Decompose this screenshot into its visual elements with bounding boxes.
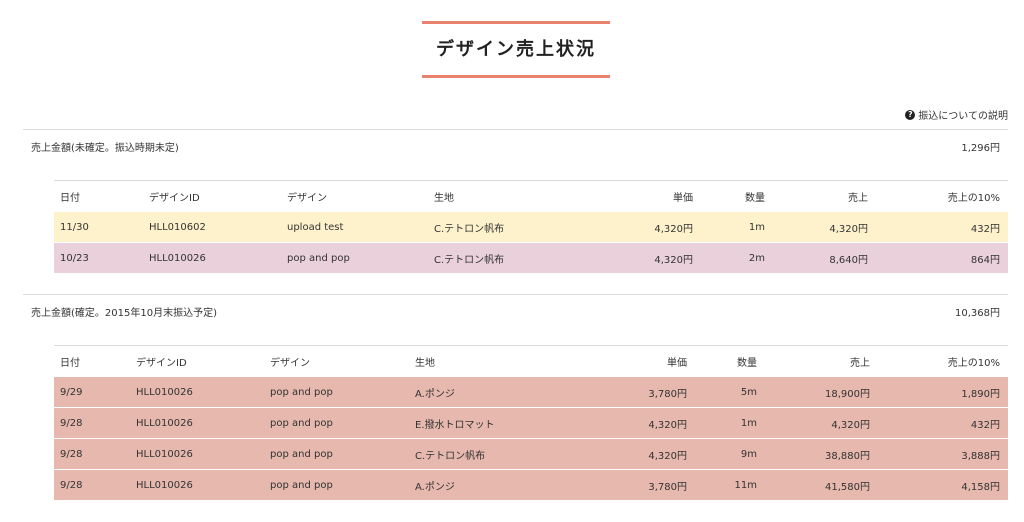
column-header-fabric: 生地 bbox=[415, 358, 435, 369]
unit-price-cell: 4,320円 bbox=[648, 419, 687, 431]
ten-percent-cell: 864円 bbox=[970, 254, 1000, 266]
table-row: 10/23 HLL010026 pop and pop C.テトロン帆布 4,320円 2… bbox=[54, 243, 1008, 273]
column-header-date: 日付 bbox=[60, 358, 80, 369]
unconfirmed-sales-total: 1,296円 bbox=[961, 143, 1000, 154]
design-id-cell: HLL010026 bbox=[136, 417, 193, 429]
column-header-sales: 売上 bbox=[850, 358, 870, 369]
design-cell: pop and pop bbox=[270, 448, 333, 460]
design-cell: pop and pop bbox=[270, 417, 333, 429]
unconfirmed-sales-label: 売上金額(未確定。振込時期未定) bbox=[31, 143, 179, 154]
design-cell: upload test bbox=[287, 221, 344, 233]
column-header-sales: 売上 bbox=[848, 193, 868, 204]
design-id-cell: HLL010026 bbox=[149, 252, 206, 264]
quantity-cell: 1m bbox=[748, 221, 765, 233]
column-header-quantity: 数量 bbox=[745, 193, 765, 204]
ten-percent-cell: 432円 bbox=[970, 419, 1000, 431]
table-row: 9/29 HLL010026 pop and pop A.ポンジ 3,780円 5m 18,… bbox=[54, 377, 1008, 407]
page-title: デザイン売上状況 bbox=[436, 39, 596, 60]
column-header-ten-percent: 売上の10% bbox=[947, 193, 1000, 204]
confirmed-sales-total: 10,368円 bbox=[955, 308, 1000, 319]
ten-percent-cell: 432円 bbox=[970, 223, 1000, 235]
design-id-cell: HLL010602 bbox=[149, 221, 206, 233]
unit-price-cell: 4,320円 bbox=[654, 223, 693, 235]
unit-price-cell: 4,320円 bbox=[648, 450, 687, 462]
sales-cell: 4,320円 bbox=[829, 223, 868, 235]
fabric-cell: A.ポンジ bbox=[415, 481, 455, 493]
question-circle-icon: ? bbox=[905, 109, 916, 120]
table-header-row: 日付 デザインID デザイン 生地 単価 数量 売上 売上の10% bbox=[54, 345, 1008, 377]
sales-cell: 8,640円 bbox=[829, 254, 868, 266]
column-header-design-id: デザインID bbox=[136, 358, 187, 369]
fabric-cell: C.テトロン帆布 bbox=[434, 223, 505, 235]
table-row: 9/28 HLL010026 pop and pop E.撥水トロマット 4,320円 1… bbox=[54, 408, 1008, 438]
column-header-unit-price: 単価 bbox=[667, 358, 687, 369]
column-header-quantity: 数量 bbox=[737, 358, 757, 369]
confirmed-sales-label: 売上金額(確定。2015年10月末振込予定) bbox=[31, 308, 217, 319]
section-divider bbox=[23, 294, 1008, 295]
column-header-design-id: デザインID bbox=[149, 193, 200, 204]
title-accent-line-top bbox=[422, 21, 610, 24]
confirmed-sales-table: 日付 デザインID デザイン 生地 単価 数量 売上 売上の10% 9/29 HLL010026 p… bbox=[54, 345, 1008, 501]
title-accent-line-bottom bbox=[422, 75, 610, 78]
sales-cell: 38,880円 bbox=[825, 450, 870, 462]
table-header-row: 日付 デザインID デザイン 生地 単価 数量 売上 売上の10% bbox=[54, 180, 1008, 212]
table-row: 9/28 HLL010026 pop and pop C.テトロン帆布 4,320円 9m… bbox=[54, 439, 1008, 469]
quantity-cell: 9m bbox=[740, 448, 757, 460]
design-id-cell: HLL010026 bbox=[136, 448, 193, 460]
sales-cell: 18,900円 bbox=[825, 388, 870, 400]
column-header-date: 日付 bbox=[60, 193, 80, 204]
design-cell: pop and pop bbox=[270, 479, 333, 491]
transfer-help-link[interactable]: ? 振込についての説明 bbox=[905, 107, 1008, 122]
table-row: 9/28 HLL010026 pop and pop A.ポンジ 3,780円 11m 41… bbox=[54, 470, 1008, 500]
page-title-block: デザイン売上状況 bbox=[422, 21, 610, 78]
fabric-cell: C.テトロン帆布 bbox=[415, 450, 486, 462]
design-cell: pop and pop bbox=[287, 252, 350, 264]
ten-percent-cell: 1,890円 bbox=[961, 388, 1000, 400]
ten-percent-cell: 4,158円 bbox=[961, 481, 1000, 493]
date-cell: 9/28 bbox=[60, 479, 83, 491]
quantity-cell: 2m bbox=[748, 252, 765, 264]
column-header-ten-percent: 売上の10% bbox=[947, 358, 1000, 369]
unconfirmed-sales-table: 日付 デザインID デザイン 生地 単価 数量 売上 売上の10% 11/30 HLL010602… bbox=[54, 180, 1008, 274]
date-cell: 10/23 bbox=[60, 252, 89, 264]
column-header-unit-price: 単価 bbox=[673, 193, 693, 204]
design-cell: pop and pop bbox=[270, 386, 333, 398]
date-cell: 11/30 bbox=[60, 221, 89, 233]
sales-cell: 4,320円 bbox=[831, 419, 870, 431]
unit-price-cell: 4,320円 bbox=[654, 254, 693, 266]
design-id-cell: HLL010026 bbox=[136, 386, 193, 398]
fabric-cell: A.ポンジ bbox=[415, 388, 455, 400]
date-cell: 9/28 bbox=[60, 417, 83, 429]
ten-percent-cell: 3,888円 bbox=[961, 450, 1000, 462]
date-cell: 9/28 bbox=[60, 448, 83, 460]
unit-price-cell: 3,780円 bbox=[648, 388, 687, 400]
unit-price-cell: 3,780円 bbox=[648, 481, 687, 493]
section-divider bbox=[23, 129, 1008, 130]
quantity-cell: 1m bbox=[740, 417, 757, 429]
column-header-design: デザイン bbox=[270, 358, 310, 369]
column-header-design: デザイン bbox=[287, 193, 327, 204]
design-id-cell: HLL010026 bbox=[136, 479, 193, 491]
column-header-fabric: 生地 bbox=[434, 193, 454, 204]
date-cell: 9/29 bbox=[60, 386, 83, 398]
quantity-cell: 11m bbox=[734, 479, 757, 491]
fabric-cell: E.撥水トロマット bbox=[415, 419, 495, 431]
fabric-cell: C.テトロン帆布 bbox=[434, 254, 505, 266]
quantity-cell: 5m bbox=[740, 386, 757, 398]
sales-cell: 41,580円 bbox=[825, 481, 870, 493]
transfer-help-label: 振込についての説明 bbox=[918, 111, 1008, 122]
table-row: 11/30 HLL010602 upload test C.テトロン帆布 4,320円 1… bbox=[54, 212, 1008, 242]
